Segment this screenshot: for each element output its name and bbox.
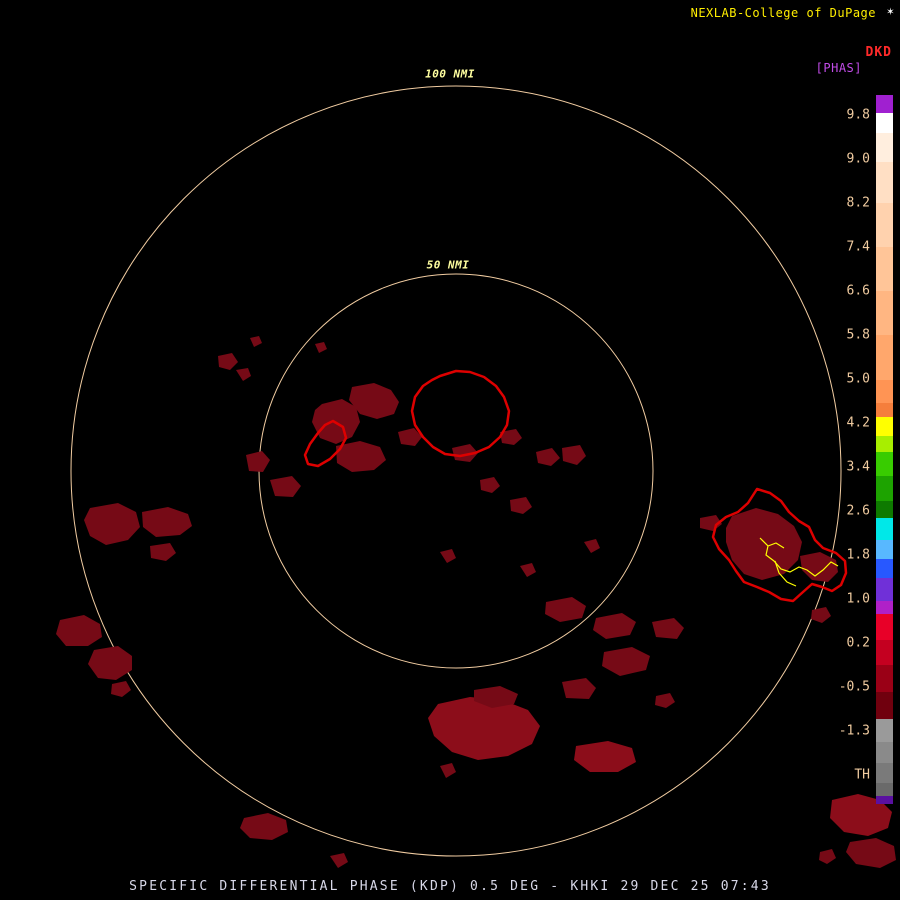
radar-echo (84, 503, 140, 545)
radar-echo (562, 678, 596, 699)
colorbar-segment (876, 247, 893, 291)
colorbar-segment (876, 436, 893, 452)
colorbar-segment (876, 380, 893, 403)
colorbar-segment (876, 476, 893, 501)
radar-echo (315, 342, 327, 353)
radar-echo (811, 607, 831, 623)
radar-echo (88, 646, 132, 680)
colorbar-segment (876, 335, 893, 380)
radar-echo (218, 353, 238, 370)
colorbar-segment (876, 601, 893, 614)
radar-echo (246, 451, 270, 472)
radar-echo (545, 597, 586, 622)
radar-echo (655, 693, 675, 708)
radar-echo (56, 615, 102, 646)
colorbar-segment (876, 763, 893, 783)
range-ring (258, 273, 654, 669)
radar-canvas (56, 85, 896, 868)
colorbar-segment (876, 665, 893, 692)
radar-echo (726, 508, 802, 580)
radar-echo (800, 552, 838, 582)
colorbar-segment (876, 742, 893, 763)
radar-echo (270, 476, 301, 497)
radar-echo (336, 441, 386, 472)
radar-echo (846, 838, 896, 868)
colorbar-segment (876, 501, 893, 518)
colorbar-segment (876, 692, 893, 719)
radar-echo (142, 507, 192, 537)
colorbar-segment (876, 162, 893, 203)
colorbar-segment (876, 559, 893, 578)
radar-echo (593, 613, 636, 639)
island-outline-kauai (410, 369, 511, 458)
radar-echo (240, 813, 288, 840)
colorbar-segment (876, 614, 893, 640)
radar-echo (584, 539, 600, 553)
colorbar-segment (876, 291, 893, 335)
colorbar-segment (876, 133, 893, 162)
colorbar-segment (876, 640, 893, 665)
radar-echo (536, 448, 560, 466)
radar-echo (440, 763, 456, 778)
radar-echo (111, 681, 131, 697)
radar-echo (602, 647, 650, 676)
colorbar-segment (876, 113, 893, 133)
radar-echo (480, 477, 500, 493)
radar-echo (150, 543, 176, 561)
radar-echo (520, 563, 536, 577)
radar-echo (819, 849, 836, 864)
colorbar-segment (876, 796, 893, 804)
colorbar-segment (876, 95, 893, 113)
radar-echo (652, 618, 684, 639)
colorbar-segment (876, 719, 893, 742)
colorbar-segment (876, 452, 893, 476)
colorbar-segment (876, 578, 893, 601)
radar-echo (562, 445, 586, 465)
radar-echo (250, 336, 262, 347)
colorbar-segment (876, 203, 893, 247)
colorbar-segment (876, 417, 893, 436)
radar-echo (330, 853, 348, 868)
colorbar-segment (876, 783, 893, 796)
radar-echo (574, 741, 636, 772)
colorbar-segment (876, 518, 893, 540)
radar-display-page: { "header": { "brand": "NEXLAB-College o… (0, 0, 900, 900)
radar-echo (428, 697, 540, 760)
colorbar-segment (876, 403, 893, 417)
radar-echo (510, 497, 532, 514)
radar-echo (440, 549, 456, 563)
radar-echo (236, 368, 251, 381)
colorbar-segment (876, 540, 893, 559)
